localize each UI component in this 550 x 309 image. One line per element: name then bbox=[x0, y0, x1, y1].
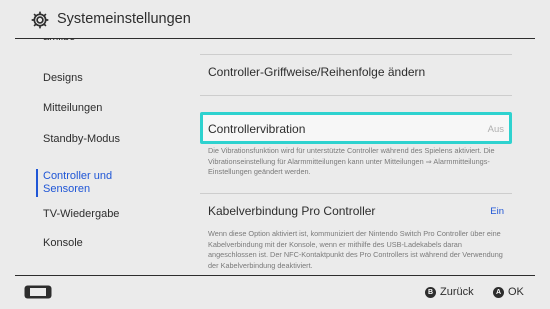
grip-order-row[interactable]: Controller-Griffweise/Reihenfolge ändern bbox=[208, 65, 425, 79]
sidebar-item-konsole[interactable]: Konsole bbox=[43, 237, 83, 250]
vibration-value: Aus bbox=[487, 124, 504, 135]
sidebar-item-amiibo-partial[interactable]: amiibo bbox=[43, 39, 75, 43]
sidebar-item-label-line1: Controller und bbox=[43, 170, 113, 182]
divider bbox=[200, 95, 512, 96]
page-title: Systemeinstellungen bbox=[57, 11, 191, 27]
sidebar-item-controller-sensoren[interactable]: Controller und Sensoren bbox=[43, 170, 112, 196]
vibration-description: Die Vibrationsfunktion wird für unterstü… bbox=[208, 146, 495, 176]
divider bbox=[200, 193, 512, 194]
sidebar-item-mitteilungen[interactable]: Mitteilungen bbox=[43, 102, 102, 115]
sidebar: amiibo Designs Mitteilungen Standby-Modu… bbox=[0, 39, 172, 275]
sidebar-item-standby[interactable]: Standby-Modus bbox=[43, 133, 120, 146]
settings-panel: Controller-Griffweise/Reihenfolge ändern… bbox=[172, 39, 550, 275]
pro-controller-value: Ein bbox=[490, 206, 504, 217]
back-label: Zurück bbox=[440, 286, 474, 298]
console-icon bbox=[24, 285, 52, 299]
sidebar-item-tv-wiedergabe[interactable]: TV-Wiedergabe bbox=[43, 208, 119, 221]
sidebar-item-label-line2: Sensoren bbox=[43, 183, 91, 195]
back-button[interactable]: B Zurück bbox=[425, 286, 474, 298]
vibration-label: Controllervibration bbox=[208, 122, 306, 136]
ok-label: OK bbox=[508, 286, 524, 298]
footer: B Zurück A OK bbox=[0, 276, 550, 309]
selection-indicator bbox=[36, 169, 38, 197]
b-button-icon: B bbox=[425, 286, 436, 298]
pro-controller-description: Wenn diese Option aktiviert ist, kommuni… bbox=[208, 229, 503, 270]
a-button-icon: A bbox=[493, 286, 504, 298]
sidebar-item-designs[interactable]: Designs bbox=[43, 72, 83, 85]
gear-icon bbox=[31, 11, 49, 29]
pro-controller-row[interactable]: Kabelverbindung Pro Controller bbox=[208, 204, 375, 218]
ok-button[interactable]: A OK bbox=[493, 286, 524, 298]
divider bbox=[200, 54, 512, 55]
header: Systemeinstellungen bbox=[0, 0, 550, 38]
